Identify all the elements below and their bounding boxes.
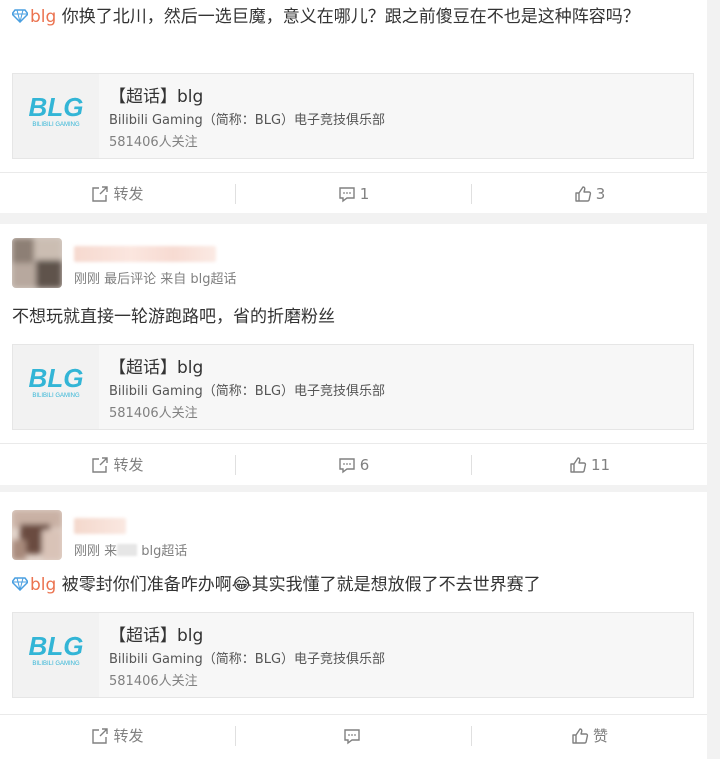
topic-link[interactable]: blg [30,7,56,27]
diamond-icon [12,577,28,591]
like-button[interactable]: 11 [472,444,707,485]
diamond-icon [12,9,28,23]
blg-logo: BLG BILIBILI GAMING [13,345,99,429]
blg-logo: BLG BILIBILI GAMING [13,613,99,697]
like-icon [575,185,591,202]
nickname-blurred[interactable] [74,518,126,534]
post-meta: 刚刚 来 blg超话 [74,540,187,559]
svg-text:BLG: BLG [29,631,84,661]
post-card: 刚刚 最后评论 来自 blg超话 不想玩就直接一轮游跑路吧，省的折磨粉丝 BLG… [0,224,707,485]
comment-icon [339,457,355,473]
link-card-desc: Bilibili Gaming（简称：BLG）电子竞技俱乐部 [109,652,386,667]
post-text: blg 被零封你们准备咋办啊😂其实我懂了就是想放假了不去世界赛了 [12,572,687,599]
meta-blur [117,544,138,556]
comment-button[interactable]: 6 [236,444,471,485]
meta-prefix: 刚刚 来 [74,544,118,559]
svg-text:BLG: BLG [29,92,84,122]
repost-icon [92,185,109,202]
svg-text:BILIBILI GAMING: BILIBILI GAMING [32,122,80,128]
repost-icon [92,456,109,473]
repost-label: 转发 [113,456,144,474]
repost-button[interactable]: 转发 [0,715,235,756]
link-card-title: 【超话】blg [109,87,204,107]
post-body: 不想玩就直接一轮游跑路吧，省的折磨粉丝 [12,307,335,327]
like-count: 3 [595,184,606,203]
repost-label: 转发 [113,727,144,745]
like-count: 11 [590,455,611,474]
topic-link-card[interactable]: BLG BILIBILI GAMING 【超话】blg Bilibili Gami… [12,344,694,430]
link-card-desc: Bilibili Gaming（简称：BLG）电子竞技俱乐部 [109,113,386,128]
link-card-title: 【超话】blg [109,626,204,646]
link-card-desc: Bilibili Gaming（简称：BLG）电子竞技俱乐部 [109,384,386,399]
svg-text:BLG: BLG [29,363,84,393]
comment-count: 1 [359,184,370,203]
repost-button[interactable]: 转发 [0,444,235,485]
repost-icon [92,727,109,744]
like-button[interactable]: 赞 [472,715,707,756]
link-card-title: 【超话】blg [109,358,204,378]
avatar[interactable] [12,510,62,560]
post-text: 不想玩就直接一轮游跑路吧，省的折磨粉丝 [12,304,687,331]
topic-link-card[interactable]: BLG BILIBILI GAMING 【超话】blg Bilibili Gami… [12,73,694,159]
blg-logo: BLG BILIBILI GAMING [13,74,99,158]
topic-link-card[interactable]: BLG BILIBILI GAMING 【超话】blg Bilibili Gami… [12,612,694,698]
post-body: 你换了北川，然后一选巨魔，意义在哪儿？跟之前傻豆在不也是这种阵容吗？ [56,7,640,27]
post-meta: 刚刚 最后评论 来自 blg超话 [74,272,237,287]
comment-button[interactable] [236,715,471,756]
like-icon [572,727,589,744]
nickname-blurred[interactable] [74,246,216,262]
meta-suffix: blg超话 [137,544,188,559]
action-bar: 转发 赞 [0,714,707,756]
post-card: blg 你换了北川，然后一选巨魔，意义在哪儿？跟之前傻豆在不也是这种阵容吗？ B… [0,0,707,213]
like-button[interactable]: 3 [472,173,707,214]
comment-count: 6 [359,455,370,474]
repost-label: 转发 [113,185,144,203]
comment-icon [339,186,355,202]
link-card-count: 581406人关注 [109,135,198,150]
post-card: 刚刚 来 blg超话 blg 被零封你们准备咋办啊😂其实我懂了就是想放假了不去世… [0,492,707,759]
weibo-feed: blg 你换了北川，然后一选巨魔，意义在哪儿？跟之前傻豆在不也是这种阵容吗？ B… [0,0,720,759]
link-card-count: 581406人关注 [109,674,198,689]
comment-button[interactable]: 1 [236,173,471,214]
svg-text:BILIBILI GAMING: BILIBILI GAMING [32,661,80,667]
like-label: 赞 [592,727,608,745]
avatar[interactable] [12,238,62,288]
like-icon [570,456,587,473]
link-card-count: 581406人关注 [109,406,198,421]
post-body: 被零封你们准备咋办啊😂其实我懂了就是想放假了不去世界赛了 [56,575,541,595]
repost-button[interactable]: 转发 [0,173,235,214]
action-bar: 转发 1 3 [0,172,707,214]
action-bar: 转发 6 11 [0,443,707,485]
svg-text:BILIBILI GAMING: BILIBILI GAMING [32,393,80,399]
comment-icon [343,728,360,744]
topic-link[interactable]: blg [30,575,56,595]
post-text: blg 你换了北川，然后一选巨魔，意义在哪儿？跟之前傻豆在不也是这种阵容吗？ [12,4,687,31]
